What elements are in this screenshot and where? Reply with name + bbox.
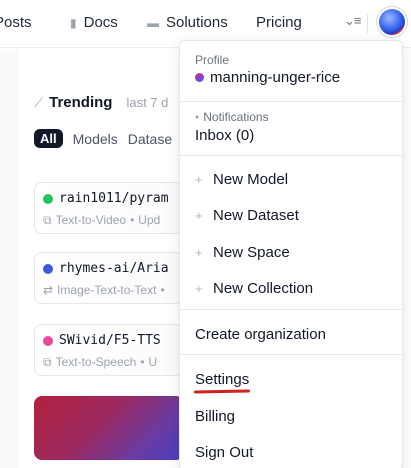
create-organization-item[interactable]: Create organization xyxy=(195,326,326,343)
trending-title: Trending xyxy=(49,94,113,111)
inbox-link[interactable]: Inbox (0) xyxy=(195,127,254,144)
new-collection-item[interactable]: + New Collection xyxy=(195,280,313,297)
menu-divider xyxy=(180,101,402,102)
speech-icon: ⧉ xyxy=(43,355,52,369)
nav-pricing-link[interactable]: Pricing xyxy=(256,14,302,31)
trending-card[interactable]: rhymes-ai/Aria ⇄ Image-Text-to-Text • xyxy=(34,252,184,304)
nav-posts-link[interactable]: Posts xyxy=(0,14,32,31)
billing-item[interactable]: Billing xyxy=(195,408,235,425)
plus-icon: + xyxy=(195,208,203,223)
settings-item[interactable]: Settings xyxy=(195,371,249,388)
card-type: Image-Text-to-Text xyxy=(57,283,157,297)
nav-divider xyxy=(367,14,368,34)
menu-more-icon[interactable]: ⌄≡ xyxy=(344,13,362,29)
trending-period[interactable]: last 7 d xyxy=(126,95,168,110)
card-title: rhymes-ai/Aria xyxy=(59,261,169,276)
filter-models-tab[interactable]: Models xyxy=(73,131,118,147)
notifications-caption: ● Notifications xyxy=(195,110,269,124)
video-icon: ⧉ xyxy=(43,213,52,227)
plus-icon: + xyxy=(195,245,203,260)
menu-divider xyxy=(180,155,402,156)
sign-out-item[interactable]: Sign Out xyxy=(195,444,253,461)
model-dot-icon xyxy=(43,193,53,204)
card-title: SWivid/F5-TTS xyxy=(59,333,161,348)
solutions-icon: ▬ xyxy=(147,15,159,30)
menu-divider xyxy=(180,354,402,355)
menu-divider xyxy=(180,309,402,310)
notification-dot-icon: ● xyxy=(195,113,200,121)
profile-caption: Profile xyxy=(195,53,230,67)
new-model-item[interactable]: + New Model xyxy=(195,171,288,188)
trending-header: ⟋ Trending last 7 d xyxy=(34,94,168,111)
new-space-item[interactable]: + New Space xyxy=(195,244,290,261)
profile-link[interactable]: manning-unger-rice xyxy=(195,69,340,86)
profile-avatar-icon xyxy=(195,73,204,82)
filter-datasets-tab[interactable]: Datase xyxy=(128,131,172,147)
left-strip xyxy=(0,49,18,468)
nav-solutions-link[interactable]: ▬ Solutions xyxy=(147,14,228,31)
card-type: Text-to-Speech xyxy=(55,355,137,369)
new-dataset-item[interactable]: + New Dataset xyxy=(195,207,299,224)
card-type: Text-to-Video xyxy=(55,213,127,227)
image-text-icon: ⇄ xyxy=(43,283,54,297)
docs-icon: ▮ xyxy=(70,15,77,30)
trending-chart-icon: ⟋ xyxy=(34,94,44,110)
user-avatar[interactable] xyxy=(377,7,407,37)
plus-icon: + xyxy=(195,172,203,187)
filter-all-tab[interactable]: All xyxy=(34,129,63,148)
model-dot-icon xyxy=(43,335,53,346)
card-title: rain1011/pyram xyxy=(59,191,169,206)
featured-gradient-card[interactable] xyxy=(34,396,184,460)
username: manning-unger-rice xyxy=(210,69,341,86)
user-dropdown-menu: Profile manning-unger-rice ● Notificatio… xyxy=(179,40,403,468)
nav-docs-link[interactable]: ▮ Docs xyxy=(70,14,118,31)
trending-filters: All Models Datase xyxy=(34,129,172,148)
plus-icon: + xyxy=(195,281,203,296)
card-meta: Upd xyxy=(138,213,161,227)
trending-card[interactable]: rain1011/pyram ⧉ Text-to-Video • Upd xyxy=(34,182,184,234)
trending-card[interactable]: SWivid/F5-TTS ⧉ Text-to-Speech • U xyxy=(34,324,184,376)
model-dot-icon xyxy=(43,263,53,274)
card-meta: U xyxy=(148,355,158,369)
